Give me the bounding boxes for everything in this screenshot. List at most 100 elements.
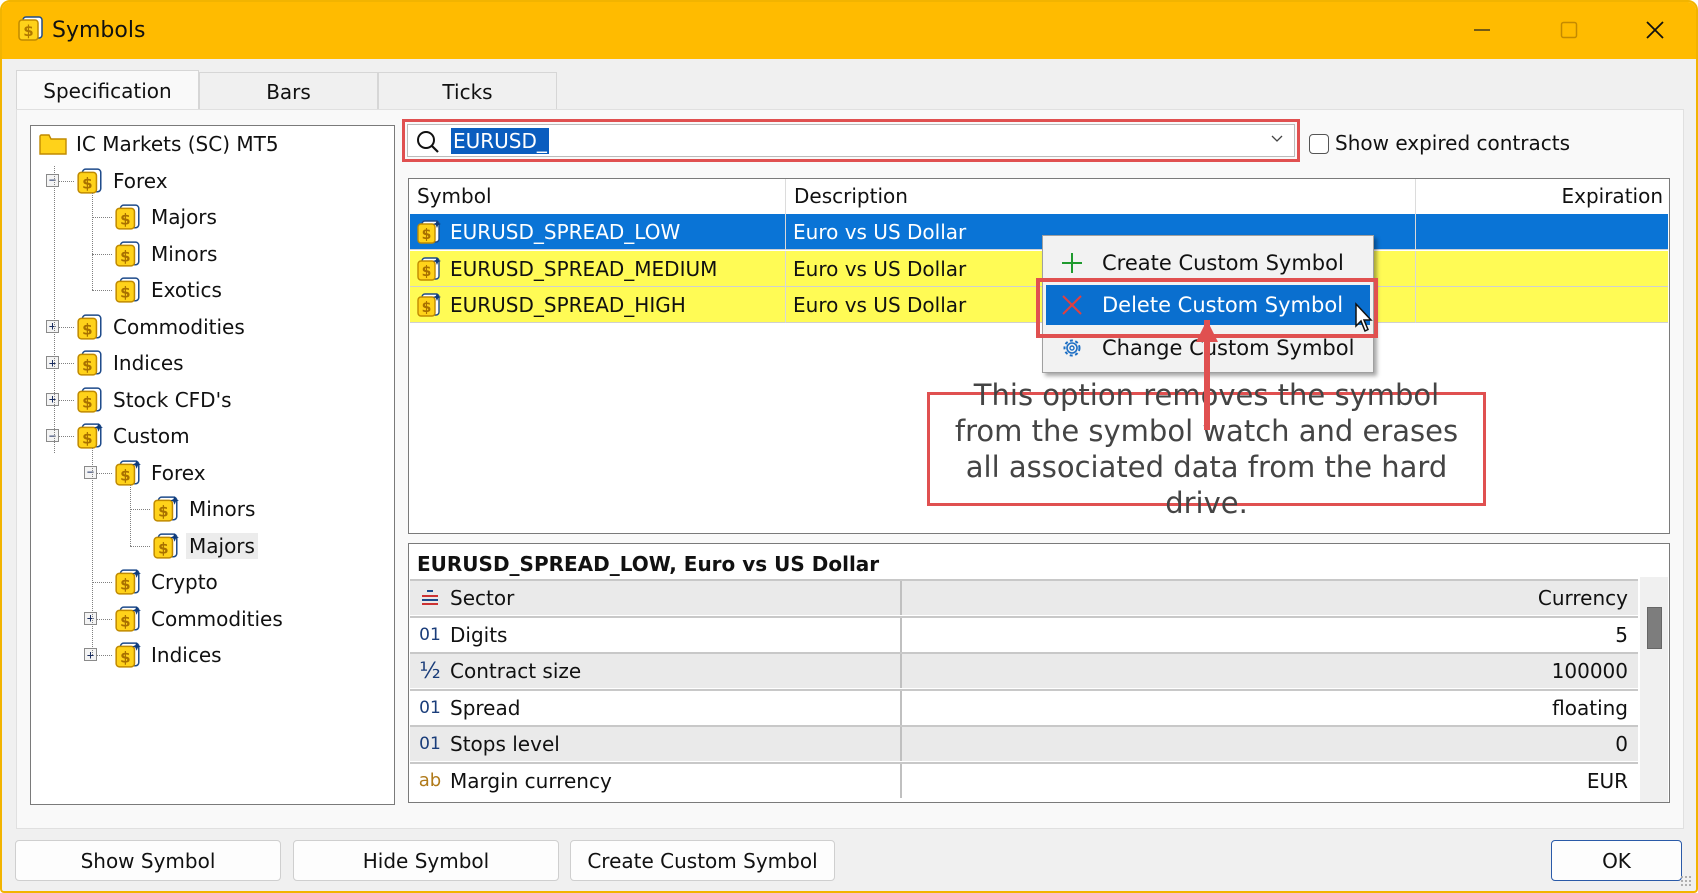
property-row[interactable]: ab Margin currency EUR bbox=[410, 761, 1638, 798]
tree-item[interactable]: $ Custom bbox=[76, 420, 193, 452]
expand-icon[interactable]: + bbox=[46, 319, 59, 333]
tree-item[interactable]: $ Minors bbox=[152, 493, 258, 525]
property-row[interactable]: 01 Stops level 0 bbox=[410, 725, 1638, 761]
property-row[interactable]: Sector Currency bbox=[410, 579, 1638, 615]
property-name: Digits bbox=[450, 622, 508, 647]
tree-connector bbox=[92, 582, 112, 583]
tree-item[interactable]: $ Forex bbox=[114, 457, 209, 489]
tree-item-label: Stock CFD's bbox=[113, 387, 232, 412]
expand-icon[interactable]: + bbox=[46, 392, 59, 406]
custom-symbol-icon: $ bbox=[416, 219, 442, 245]
custom-symbol-folder-icon: $ bbox=[153, 532, 179, 559]
integer-type-icon: 01 bbox=[419, 624, 441, 645]
tree-item-root[interactable]: IC Markets (SC) MT5 bbox=[39, 128, 282, 160]
string-type-icon: ab bbox=[418, 770, 442, 791]
column-divider bbox=[900, 763, 902, 798]
column-divider bbox=[900, 690, 902, 725]
tree-item[interactable]: $ Indices bbox=[76, 347, 187, 379]
maximize-button[interactable] bbox=[1544, 12, 1594, 48]
expand-icon[interactable]: + bbox=[84, 648, 97, 661]
custom-symbol-folder-icon: $ bbox=[77, 423, 103, 449]
tree-item[interactable]: $ Stock CFD's bbox=[76, 384, 235, 416]
hide-symbol-button[interactable]: Hide Symbol bbox=[293, 840, 559, 881]
symbol-name: EURUSD_SPREAD_MEDIUM bbox=[450, 256, 718, 281]
tree-item-label: Custom bbox=[113, 424, 190, 448]
tree-item[interactable]: $ Forex bbox=[76, 165, 171, 197]
close-button[interactable] bbox=[1630, 12, 1680, 48]
tab-bar: Specification Bars Ticks bbox=[16, 70, 557, 110]
maximize-icon bbox=[1560, 21, 1578, 39]
symbol-row[interactable]: $ EURUSD_SPREAD_LOW Euro vs US Dollar bbox=[410, 214, 1668, 250]
symbol-folder-icon: $ bbox=[115, 240, 140, 267]
tree-connector bbox=[92, 253, 112, 255]
property-value: 0 bbox=[1615, 732, 1628, 756]
tree-item[interactable]: $ Majors bbox=[114, 201, 220, 233]
tree-item-label: Exotics bbox=[151, 278, 222, 302]
tab-ticks[interactable]: Ticks bbox=[378, 72, 557, 110]
tree-item-label: Majors bbox=[186, 532, 258, 559]
custom-symbol-icon: $ bbox=[416, 292, 442, 318]
show-expired-checkbox[interactable] bbox=[1309, 134, 1329, 154]
tab-bars[interactable]: Bars bbox=[199, 72, 378, 110]
tree-item[interactable]: $ Minors bbox=[114, 238, 220, 270]
tree-item[interactable]: $ Indices bbox=[114, 639, 225, 671]
svg-text:$: $ bbox=[120, 466, 130, 484]
column-divider bbox=[900, 654, 902, 688]
tab-specification[interactable]: Specification bbox=[16, 70, 199, 110]
symbol-details-panel: EURUSD_SPREAD_LOW, Euro vs US Dollar Sec… bbox=[408, 543, 1670, 803]
menu-item-label: Change Custom Symbol bbox=[1102, 336, 1355, 360]
property-name: Stops level bbox=[450, 732, 560, 756]
tree-item-label: Indices bbox=[113, 351, 184, 375]
svg-text:$: $ bbox=[120, 649, 130, 667]
collapse-icon[interactable]: − bbox=[84, 465, 97, 479]
show-expired-label[interactable]: Show expired contracts bbox=[1335, 131, 1570, 155]
plus-icon bbox=[1062, 253, 1082, 273]
tree-connector bbox=[92, 290, 112, 291]
expand-icon[interactable]: + bbox=[84, 611, 97, 625]
show-symbol-button[interactable]: Show Symbol bbox=[15, 840, 281, 881]
create-custom-symbol-button[interactable]: Create Custom Symbol bbox=[570, 840, 835, 881]
symbol-cell: $ EURUSD_SPREAD_LOW bbox=[410, 214, 786, 250]
ok-button[interactable]: OK bbox=[1551, 840, 1682, 881]
custom-symbol-folder-icon: $ bbox=[153, 496, 179, 522]
resize-grip[interactable] bbox=[1680, 875, 1692, 887]
minimize-icon bbox=[1474, 29, 1490, 31]
column-header-description[interactable]: Description bbox=[786, 179, 1416, 214]
property-value: 5 bbox=[1615, 622, 1628, 647]
svg-text:$: $ bbox=[23, 22, 33, 40]
menu-item-create-custom-symbol[interactable]: Create Custom Symbol bbox=[1046, 243, 1370, 283]
symbol-folder-icon: $ bbox=[115, 277, 140, 303]
fraction-type-icon: ½ bbox=[419, 658, 441, 684]
scrollbar-thumb[interactable] bbox=[1647, 607, 1662, 649]
column-divider bbox=[900, 581, 902, 615]
symbol-folder-icon: $ bbox=[77, 350, 102, 376]
integer-type-icon: 01 bbox=[419, 734, 441, 754]
custom-symbol-folder-icon: $ bbox=[115, 459, 141, 486]
collapse-icon[interactable]: − bbox=[46, 173, 59, 187]
svg-text:$: $ bbox=[82, 393, 92, 411]
tree-item[interactable]: $ Crypto bbox=[114, 566, 221, 598]
menu-item-label: Create Custom Symbol bbox=[1102, 251, 1344, 275]
custom-symbol-folder-icon: $ bbox=[115, 642, 141, 668]
property-name: Spread bbox=[450, 695, 521, 720]
column-divider bbox=[900, 727, 902, 761]
expand-icon[interactable]: + bbox=[46, 356, 59, 369]
details-scrollbar[interactable] bbox=[1640, 577, 1668, 802]
symbol-group-tree[interactable]: IC Markets (SC) MT5 − $ Forex $ Majors $ Minors… bbox=[30, 125, 395, 805]
tree-guide-line bbox=[54, 166, 55, 453]
tree-guide-line bbox=[92, 192, 93, 290]
property-row[interactable]: ½ Contract size 100000 bbox=[410, 652, 1638, 688]
svg-text:$: $ bbox=[120, 211, 130, 229]
tree-item[interactable]: $ Commodities bbox=[114, 603, 286, 635]
property-row[interactable]: 01 Spread floating bbox=[410, 688, 1638, 725]
minimize-button[interactable] bbox=[1457, 12, 1507, 48]
title-bar[interactable]: $ Symbols bbox=[2, 2, 1696, 59]
tree-item[interactable]: $ Majors bbox=[152, 530, 258, 562]
column-header-symbol[interactable]: Symbol bbox=[409, 179, 786, 214]
column-header-expiration[interactable]: Expiration bbox=[1416, 179, 1669, 214]
tree-item[interactable]: $ Commodities bbox=[76, 311, 248, 343]
tree-item[interactable]: $ Exotics bbox=[114, 274, 225, 306]
property-row[interactable]: 01 Digits 5 bbox=[410, 615, 1638, 652]
tree-item-label: Minors bbox=[189, 497, 256, 521]
collapse-icon[interactable]: − bbox=[46, 429, 59, 442]
